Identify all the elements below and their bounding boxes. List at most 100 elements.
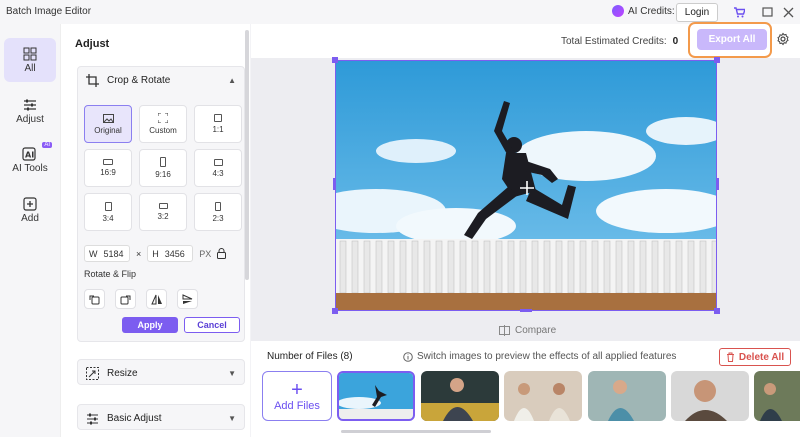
title-bar: Batch Image Editor AI Credits: Login — [0, 0, 800, 24]
ai-credits-label: AI Credits: — [628, 5, 675, 17]
rail-item-adjust[interactable]: Adjust — [4, 89, 56, 133]
compare-label: Compare — [515, 325, 557, 336]
thumbnail-1[interactable] — [337, 371, 415, 421]
thumbnail-2[interactable] — [421, 371, 499, 421]
ai-credits[interactable]: AI Credits: — [612, 5, 675, 17]
rail-item-all[interactable]: All — [4, 38, 56, 82]
gear-icon[interactable] — [776, 32, 790, 46]
crop-handle[interactable] — [333, 178, 336, 190]
cancel-button[interactable]: Cancel — [184, 317, 240, 333]
rotate-flip-label: Rotate & Flip — [84, 269, 137, 279]
crop-handle[interactable] — [332, 57, 338, 63]
resize-section[interactable]: Resize ▼ — [77, 359, 245, 385]
thumbnail-image — [504, 371, 582, 421]
sliders-icon — [24, 99, 36, 110]
panel-scrollbar[interactable] — [245, 30, 249, 280]
ratio-4-3[interactable]: 4:3 — [194, 149, 242, 187]
lock-icon[interactable] — [217, 248, 227, 259]
close-icon[interactable] — [780, 4, 796, 20]
ratio-3-2[interactable]: 3:2 — [139, 193, 187, 231]
crop-handle[interactable] — [714, 57, 720, 63]
height-label: H — [152, 248, 159, 259]
flip-vertical-button[interactable] — [177, 289, 198, 309]
ratio-label: 16:9 — [100, 168, 116, 177]
main-area: Total Estimated Credits: 0 Export All Co… — [251, 22, 800, 437]
basic-adjust-section[interactable]: Basic Adjust ▼ — [77, 404, 245, 430]
ratio-original[interactable]: Original — [84, 105, 132, 143]
ratio-16-9[interactable]: 16:9 — [84, 149, 132, 187]
ratio-label: Custom — [149, 126, 177, 135]
ratio-label: 2:3 — [212, 213, 224, 223]
left-nav-rail: All Adjust AI AI AI Tools Add — [0, 24, 60, 437]
portrait-icon — [104, 201, 112, 211]
preview-image[interactable] — [335, 60, 717, 311]
ratio-label: 3:4 — [102, 213, 114, 223]
plus-icon: + — [291, 378, 303, 401]
cart-icon[interactable] — [731, 4, 747, 20]
compare-toggle[interactable]: Compare — [499, 325, 556, 336]
adjust-panel: Adjust Crop & Rotate ▲ Original Custom 1… — [60, 24, 250, 437]
rail-item-ai-tools[interactable]: AI AI AI Tools — [4, 138, 56, 182]
ratio-1-1[interactable]: 1:1 — [194, 105, 242, 143]
apply-button[interactable]: Apply — [122, 317, 178, 333]
ratio-2-3[interactable]: 2:3 — [194, 193, 242, 231]
delete-all-button[interactable]: Delete All — [719, 348, 791, 366]
thumbnail-image — [588, 371, 666, 421]
landscape-icon — [158, 203, 168, 209]
crop-icon — [86, 73, 99, 87]
dimension-fields: W 5184 × H 3456 PX — [84, 245, 227, 262]
rail-label-all: All — [24, 62, 36, 74]
flip-horizontal-icon — [150, 294, 162, 304]
flip-horizontal-button[interactable] — [146, 289, 167, 309]
estimated-credits-value: 0 — [672, 36, 679, 47]
image-icon — [102, 113, 114, 123]
crop-handle[interactable] — [716, 178, 719, 190]
width-value: 5184 — [103, 248, 124, 259]
height-value: 3456 — [164, 248, 185, 259]
add-box-icon — [23, 196, 37, 211]
ratio-9-16[interactable]: 9:16 — [139, 149, 187, 187]
thumbnail-3[interactable] — [504, 371, 582, 421]
rail-label-ai-tools: AI Tools — [12, 162, 48, 174]
ratio-label: Original — [94, 125, 122, 135]
crop-handle[interactable] — [332, 308, 338, 314]
ai-badge: AI — [42, 142, 52, 148]
ratio-custom[interactable]: Custom — [139, 105, 187, 143]
estimated-credits: Total Estimated Credits: 0 — [561, 36, 678, 47]
rotate-left-button[interactable] — [84, 289, 105, 309]
maximize-icon[interactable] — [759, 4, 775, 20]
crop-handle[interactable] — [520, 309, 532, 312]
thumbnail-scrollbar[interactable] — [341, 430, 491, 433]
export-all-button[interactable]: Export All — [697, 29, 767, 50]
width-field[interactable]: W 5184 — [84, 245, 130, 262]
add-files-button[interactable]: + Add Files — [262, 371, 332, 421]
crop-handle[interactable] — [714, 308, 720, 314]
ai-credits-icon — [612, 5, 624, 17]
crop-rotate-header[interactable]: Crop & Rotate ▲ — [78, 67, 244, 93]
rail-label-adjust: Adjust — [16, 113, 44, 125]
login-button[interactable]: Login — [676, 3, 718, 22]
height-field[interactable]: H 3456 — [147, 245, 194, 262]
switch-hint: Switch images to preview the effects of … — [403, 351, 676, 362]
custom-crop-icon — [158, 113, 168, 123]
thumbnail-image — [754, 371, 800, 421]
rail-label-add: Add — [21, 212, 39, 224]
files-count: Number of Files (8) — [267, 351, 353, 362]
thumbnail-6[interactable] — [754, 371, 800, 421]
thumbnail-4[interactable] — [588, 371, 666, 421]
rotate-right-button[interactable] — [115, 289, 136, 309]
resize-header: Resize ▼ — [78, 360, 244, 386]
chevron-down-icon: ▼ — [228, 413, 236, 423]
main-topbar: Total Estimated Credits: 0 Export All — [251, 22, 800, 58]
canvas-area — [251, 57, 800, 318]
rail-item-add[interactable]: Add — [4, 188, 56, 232]
resize-label: Resize — [107, 367, 138, 379]
crop-rotate-section: Crop & Rotate ▲ Original Custom 1:1 16:9 — [77, 66, 245, 342]
thumbnail-5[interactable] — [671, 371, 749, 421]
thumbnail-image — [339, 373, 413, 419]
ratio-3-4[interactable]: 3:4 — [84, 193, 132, 231]
grid-icon — [23, 47, 37, 60]
ratio-label: 1:1 — [212, 125, 224, 134]
width-label: W — [89, 248, 98, 259]
svg-text:AI: AI — [25, 150, 34, 159]
